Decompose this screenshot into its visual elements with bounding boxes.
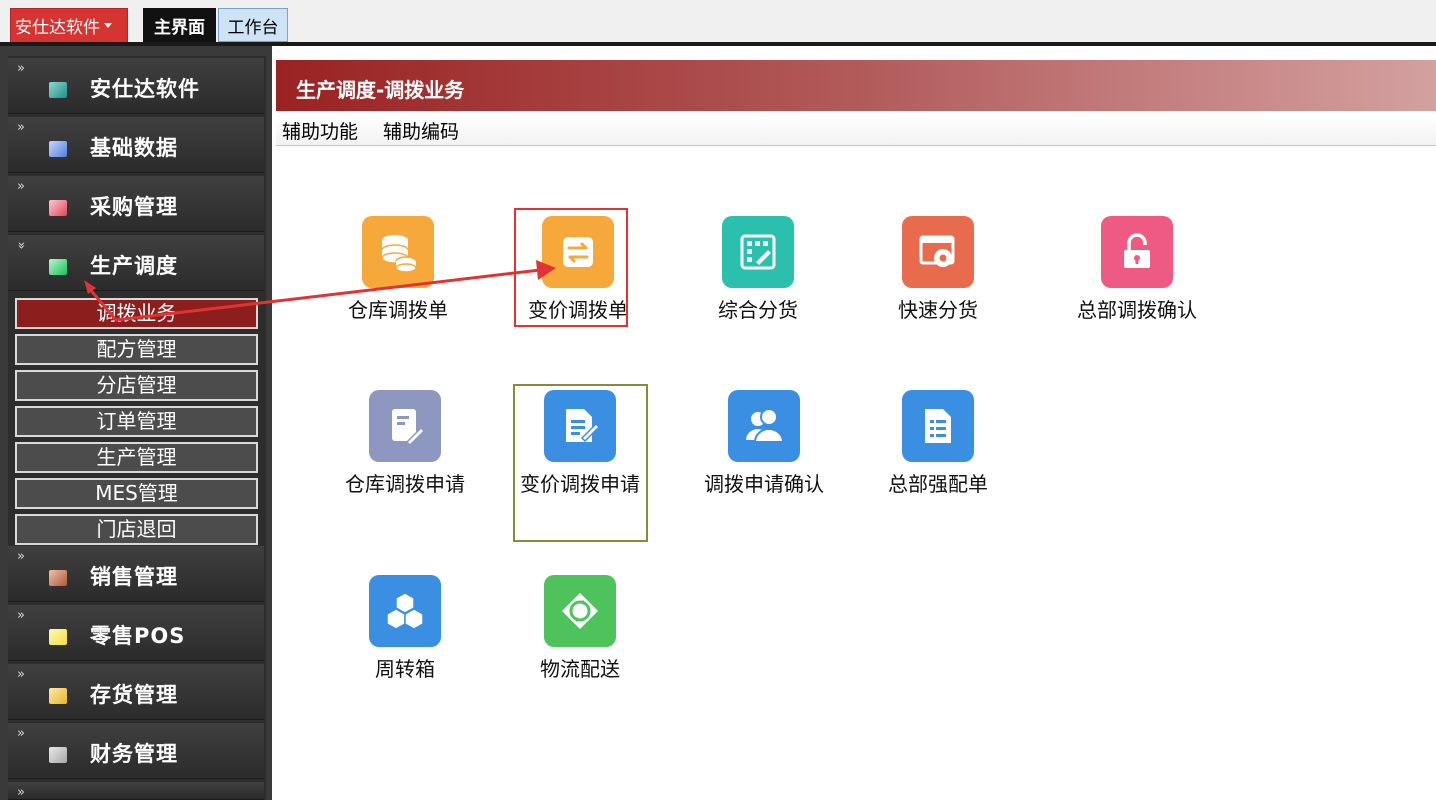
teal-square-icon: [49, 82, 67, 98]
sidebar-group-label: 生产调度: [90, 254, 178, 278]
sidebar-item-recipe[interactable]: 配方管理: [15, 334, 258, 365]
top-bar: 安仕达软件 主界面 工作台: [0, 0, 1436, 46]
recycle-icon: [544, 575, 616, 647]
sidebar-group-label: 采购管理: [90, 195, 178, 219]
brown-square-icon: [49, 570, 67, 586]
sidebar-item-orders[interactable]: 订单管理: [15, 406, 258, 437]
menu-auxiliary-functions[interactable]: 辅助功能: [282, 117, 358, 144]
grey-square-icon: [49, 747, 67, 763]
chevron-right-icon: »: [17, 61, 25, 76]
sidebar-item-branch[interactable]: 分店管理: [15, 370, 258, 401]
tile-label: 总部强配单: [888, 472, 988, 496]
tile-label: 物流配送: [540, 657, 620, 681]
selection-outline: [513, 384, 648, 542]
document-pen-icon: [369, 390, 441, 462]
sidebar-group-retail-pos[interactable]: » 零售POS: [8, 605, 264, 661]
tile-label: 仓库调拨申请: [345, 472, 465, 496]
sidebar-group-inventory[interactable]: » 存货管理: [8, 664, 264, 720]
sidebar-group-label: 财务管理: [90, 742, 178, 766]
window-gear-icon: [902, 216, 974, 288]
tile-label: 综合分货: [718, 298, 798, 322]
chevron-right-icon: »: [17, 667, 25, 682]
main-header: 生产调度-调拨业务: [276, 60, 1436, 111]
tab-workbench[interactable]: 工作台: [218, 8, 288, 42]
grid-edit-icon: [722, 216, 794, 288]
sidebar-group-sales[interactable]: » 销售管理: [8, 546, 264, 602]
tile-warehouse-transfer[interactable]: 仓库调拨单: [328, 216, 468, 323]
tile-label: 调拨申请确认: [704, 472, 824, 496]
app-menu-label: 安仕达软件: [15, 18, 100, 38]
sidebar-group-finance[interactable]: » 财务管理: [8, 723, 264, 779]
users-icon: [728, 390, 800, 462]
unlock-icon: [1101, 216, 1173, 288]
tile-transfer-request-confirm[interactable]: 调拨申请确认: [694, 390, 834, 497]
chevron-down-icon: »: [13, 241, 29, 250]
sidebar-item-mes[interactable]: MES管理: [15, 478, 258, 509]
main-panel: 生产调度-调拨业务 辅助功能 辅助编码 仓库调拨单 变价调拨单 综合分货 快速分…: [276, 60, 1436, 800]
sidebar-group-anshida[interactable]: » 安仕达软件: [8, 58, 264, 114]
tile-logistics-delivery[interactable]: 物流配送: [510, 575, 650, 682]
sidebar-group-label: 安仕达软件: [90, 77, 200, 101]
annotation-highlight-box: [514, 208, 628, 327]
tile-hq-transfer-confirm[interactable]: 总部调拨确认: [1067, 216, 1207, 323]
sidebar-group-label: 存货管理: [90, 683, 178, 707]
tile-comprehensive-allocation[interactable]: 综合分货: [688, 216, 828, 323]
tile-hq-forced-allocation[interactable]: 总部强配单: [868, 390, 1008, 497]
tile-warehouse-transfer-request[interactable]: 仓库调拨申请: [335, 390, 475, 497]
sidebar-group-more[interactable]: »: [8, 782, 264, 800]
chevron-right-icon: »: [17, 179, 25, 194]
sidebar-group-purchase[interactable]: » 采购管理: [8, 176, 264, 232]
sidebar-item-transfer[interactable]: 调拨业务: [15, 298, 258, 329]
caret-down-icon: [104, 23, 112, 28]
tab-main[interactable]: 主界面: [143, 8, 216, 42]
sidebar-group-label: 基础数据: [90, 136, 178, 160]
menu-auxiliary-codes[interactable]: 辅助编码: [383, 117, 459, 144]
gold-square-icon: [49, 688, 67, 704]
chevron-right-icon: »: [17, 120, 25, 135]
green-square-icon: [49, 259, 67, 275]
chevron-right-icon: »: [17, 726, 25, 741]
sidebar-item-store-return[interactable]: 门店退回: [15, 514, 258, 545]
tile-label: 总部调拨确认: [1077, 298, 1197, 322]
chevron-right-icon: »: [17, 608, 25, 623]
app-menu-button[interactable]: 安仕达软件: [10, 8, 128, 43]
tile-label: 快速分货: [898, 298, 978, 322]
sidebar: » 安仕达软件 » 基础数据 » 采购管理 » 生产调度 调拨业务 配方管理 分…: [0, 46, 272, 800]
sidebar-item-production[interactable]: 生产管理: [15, 442, 258, 473]
tile-label: 周转箱: [375, 657, 435, 681]
tile-quick-allocation[interactable]: 快速分货: [868, 216, 1008, 323]
function-menu-bar: 辅助功能 辅助编码: [276, 113, 1436, 146]
sidebar-group-label: 销售管理: [90, 565, 178, 589]
red-square-icon: [49, 200, 67, 216]
database-coins-icon: [362, 216, 434, 288]
chevron-right-icon: »: [17, 549, 25, 564]
yellow-square-icon: [49, 629, 67, 645]
blue-square-icon: [49, 141, 67, 157]
tile-label: 仓库调拨单: [348, 298, 448, 322]
checklist-icon: [902, 390, 974, 462]
tile-turnover-box[interactable]: 周转箱: [335, 575, 475, 682]
chevron-right-icon: »: [17, 785, 25, 800]
sidebar-group-basic-data[interactable]: » 基础数据: [8, 117, 264, 173]
boxes-icon: [369, 575, 441, 647]
page-title: 生产调度-调拨业务: [296, 78, 465, 102]
sidebar-group-production[interactable]: » 生产调度: [8, 235, 264, 291]
sidebar-group-label: 零售POS: [90, 624, 186, 648]
